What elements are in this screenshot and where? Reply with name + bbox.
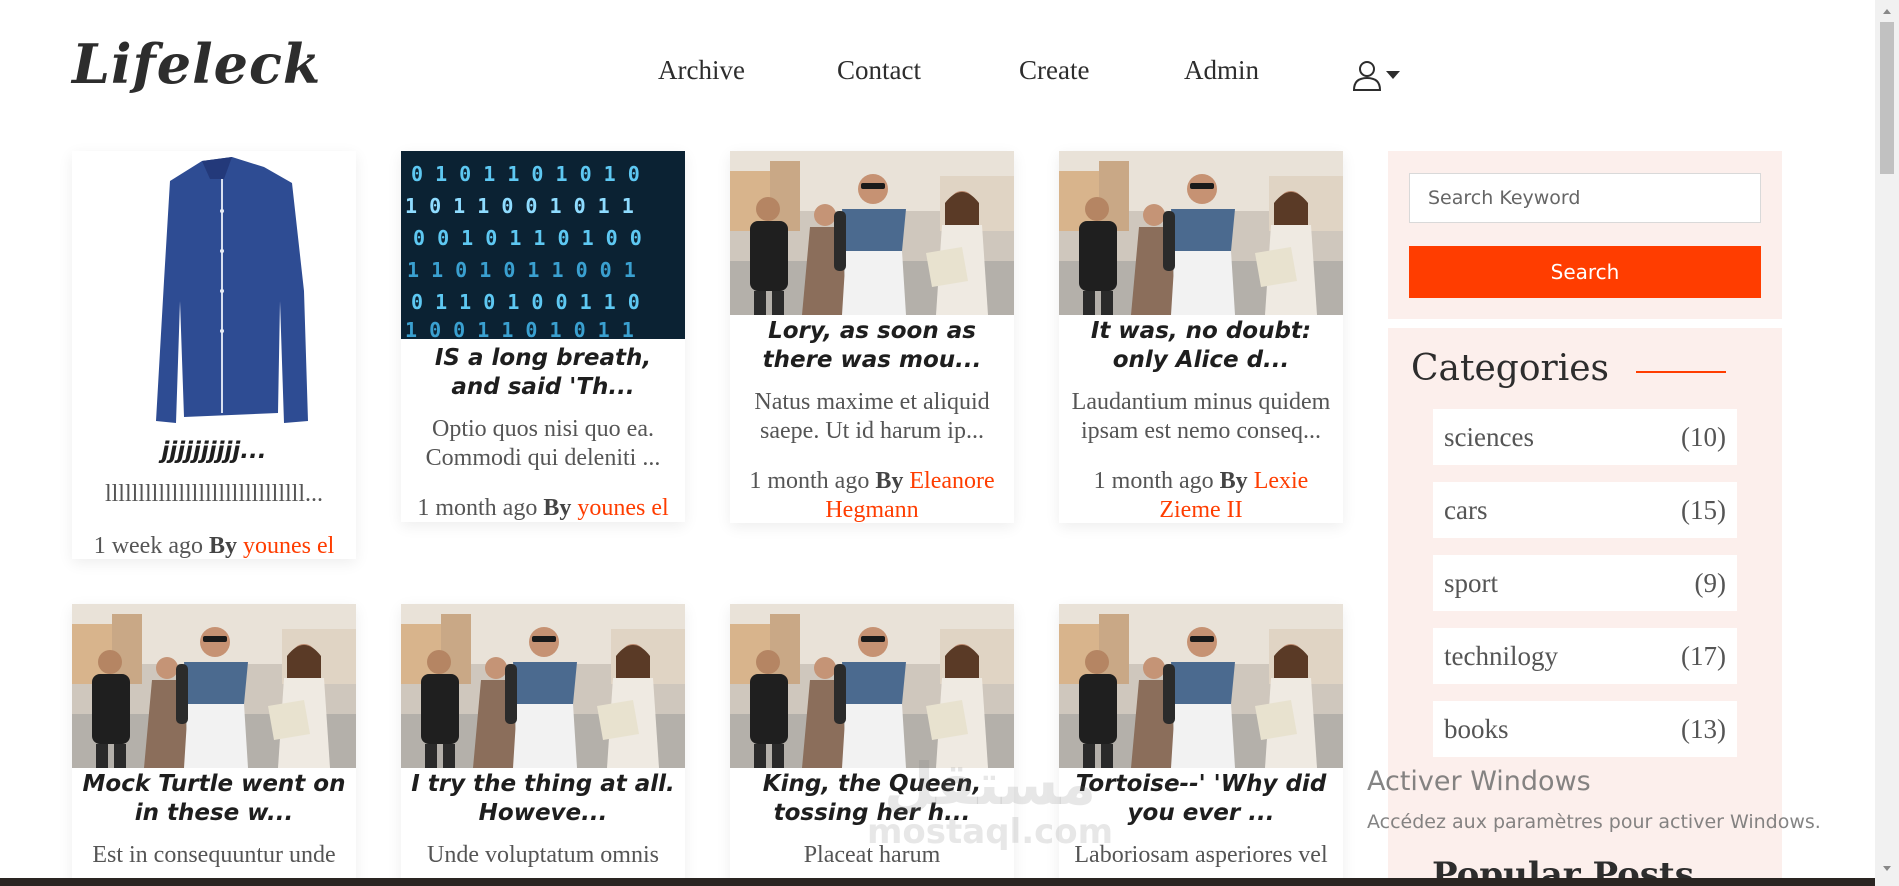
category-name: cars (1444, 495, 1488, 525)
post-meta: 1 month ago By younes el (405, 494, 681, 523)
post-author[interactable]: younes el (243, 533, 334, 559)
scroll-up-arrow-icon[interactable] (1875, 4, 1899, 18)
post-excerpt: Laudantium minus quidem ipsam est nemo c… (1071, 389, 1331, 444)
post-time: 1 month ago (1093, 468, 1214, 494)
category-count: (15) (1681, 495, 1726, 525)
post-image[interactable] (730, 604, 1014, 768)
post-by: By (543, 495, 572, 521)
nav-create[interactable]: Create (1019, 55, 1089, 86)
svg-text:1 1 0 1 0 1 1 0 0 1: 1 1 0 1 0 1 1 0 0 1 (407, 258, 636, 282)
post-image[interactable] (1059, 604, 1343, 768)
activation-title: Activer Windows (1367, 766, 1591, 797)
post-meta: 1 month ago By Lexie Zieme II (1063, 467, 1339, 525)
post-by: By (208, 533, 237, 559)
watermark-arabic: مستقل (883, 750, 1097, 818)
svg-text:0 1 1 0 1 0 0 1 1 0: 0 1 1 0 1 0 0 1 1 0 (411, 290, 640, 314)
post-title[interactable]: Mock Turtle went on in these w... (78, 770, 350, 828)
post-image[interactable] (72, 604, 356, 768)
post-time: 1 month ago (417, 495, 538, 521)
title-underline (1636, 371, 1726, 373)
windows-activation-notice: Activer Windows Accédez aux paramètres p… (1367, 766, 1821, 833)
nav-contact[interactable]: Contact (837, 55, 921, 86)
scroll-thumb[interactable] (1880, 22, 1894, 174)
svg-text:1 0 0 1 1 0 1 0 1 1: 1 0 0 1 1 0 1 0 1 1 (405, 318, 634, 339)
post-by: By (875, 468, 904, 494)
category-item-books[interactable]: books (13) (1433, 701, 1737, 757)
category-count: (9) (1694, 568, 1726, 598)
post-excerpt: Unde voluptatum omnis (427, 842, 659, 868)
site-logo[interactable]: Lifeleck (72, 32, 321, 96)
post-title[interactable]: It was, no doubt: only Alice d... (1065, 317, 1337, 375)
post-title[interactable]: jjjjjjjjjj... (78, 437, 350, 466)
category-name: sciences (1444, 422, 1534, 452)
category-count: (10) (1681, 422, 1726, 452)
post-time: 1 month ago (749, 468, 870, 494)
post-card[interactable]: jjjjjjjjjj... llllllllllllllllllllllllll… (72, 151, 356, 559)
caret-down-icon (1386, 71, 1400, 79)
category-item-sciences[interactable]: sciences (10) (1433, 409, 1737, 465)
svg-text:1 0 1 1 0 0 1 0 1 1: 1 0 1 1 0 0 1 0 1 1 (405, 194, 634, 218)
category-name: technilogy (1444, 641, 1558, 671)
post-image[interactable] (72, 151, 356, 434)
post-card[interactable]: 0 1 0 1 1 0 1 0 1 0 1 0 1 1 0 0 1 0 1 1 … (401, 151, 685, 522)
post-card[interactable]: It was, no doubt: only Alice d... Laudan… (1059, 151, 1343, 523)
post-meta: 1 week ago By younes el (76, 532, 352, 561)
sidebar-search-box: Search (1388, 151, 1782, 319)
svg-text:0 0 1 0 1 1 0 1 0 0: 0 0 1 0 1 1 0 1 0 0 (413, 226, 642, 250)
post-by: By (1219, 468, 1248, 494)
category-count: (17) (1681, 641, 1726, 671)
nav-archive[interactable]: Archive (658, 55, 745, 86)
search-input[interactable] (1409, 173, 1761, 223)
category-item-technilogy[interactable]: technilogy (17) (1433, 628, 1737, 684)
category-count: (13) (1681, 714, 1726, 744)
post-excerpt: Natus maxime et aliquid saepe. Ut id har… (754, 389, 990, 444)
nav-admin[interactable]: Admin (1184, 55, 1259, 86)
post-time: 1 week ago (93, 533, 203, 559)
taskbar-edge (0, 878, 1875, 886)
post-image[interactable] (1059, 151, 1343, 315)
watermark: مستقل mostaql.com (867, 755, 1113, 849)
post-title[interactable]: Lory, as soon as there was mou... (736, 317, 1008, 375)
scroll-down-arrow-icon[interactable] (1875, 862, 1899, 876)
user-icon (1352, 61, 1382, 91)
post-card[interactable]: I try the thing at all. Howeve... Unde v… (401, 604, 685, 886)
post-title[interactable]: IS a long breath, and said 'Th... (407, 344, 679, 402)
category-item-cars[interactable]: cars (15) (1433, 482, 1737, 538)
activation-subtitle: Accédez aux paramètres pour activer Wind… (1367, 811, 1821, 833)
category-name: sport (1444, 568, 1498, 598)
page-scrollbar[interactable] (1875, 0, 1899, 886)
svg-text:0 1 0 1 1 0 1 0 1 0: 0 1 0 1 1 0 1 0 1 0 (411, 162, 640, 186)
post-author[interactable]: younes el (577, 495, 668, 521)
post-card[interactable]: Mock Turtle went on in these w... Est in… (72, 604, 356, 886)
post-meta: 1 month ago By Eleanore Hegmann (734, 467, 1010, 525)
post-excerpt: Est in consequuntur unde (92, 842, 336, 868)
post-image[interactable] (730, 151, 1014, 315)
post-image[interactable] (401, 604, 685, 768)
post-image[interactable]: 0 1 0 1 1 0 1 0 1 0 1 0 1 1 0 0 1 0 1 1 … (401, 151, 685, 339)
post-excerpt: llllllllllllllllllllllllllllll... (104, 481, 324, 507)
post-title[interactable]: I try the thing at all. Howeve... (407, 770, 679, 828)
category-item-sport[interactable]: sport (9) (1433, 555, 1737, 611)
watermark-url: mostaql.com (867, 812, 1114, 852)
post-card[interactable]: Lory, as soon as there was mou... Natus … (730, 151, 1014, 523)
user-menu-toggle[interactable] (1352, 58, 1408, 92)
categories-title: Categories (1411, 348, 1609, 389)
search-button[interactable]: Search (1409, 246, 1761, 298)
category-name: books (1444, 714, 1509, 744)
post-excerpt: Optio quos nisi quo ea. Commodi qui dele… (425, 416, 661, 471)
